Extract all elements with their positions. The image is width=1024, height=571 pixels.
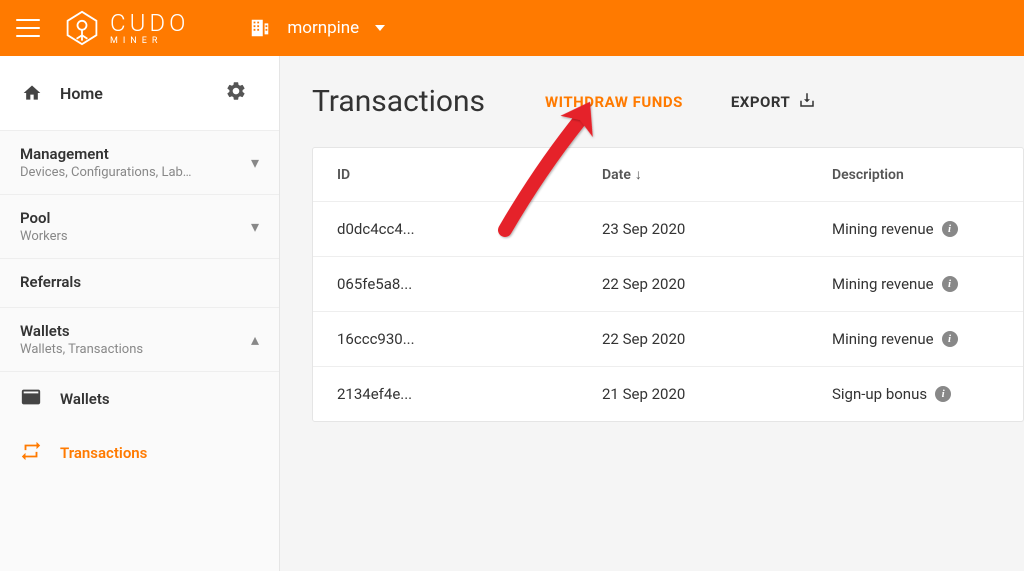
- nav-wallets-label: Wallets: [60, 390, 110, 408]
- org-name: mornpine: [287, 18, 359, 38]
- nav-referrals-title: Referrals: [20, 273, 81, 291]
- cudo-logo-icon: [64, 10, 100, 46]
- nav-home[interactable]: Home: [0, 56, 279, 131]
- main-content: Transactions WITHDRAW FUNDS EXPORT ID Da…: [280, 56, 1024, 571]
- org-selector[interactable]: mornpine: [249, 17, 385, 39]
- settings-button[interactable]: [213, 72, 259, 114]
- cell-id: 065fe5a8...: [337, 275, 602, 293]
- cell-desc: Mining revenuei: [832, 330, 999, 348]
- withdraw-funds-button[interactable]: WITHDRAW FUNDS: [545, 93, 683, 111]
- app-header: CUDO MINER mornpine: [0, 0, 1024, 56]
- card-icon: [20, 386, 44, 412]
- cell-date: 22 Sep 2020: [602, 330, 832, 348]
- column-id-header[interactable]: ID: [337, 167, 602, 183]
- cell-desc: Mining revenuei: [832, 275, 999, 293]
- table-header-row: ID Date ↓ Description: [313, 148, 1023, 202]
- cell-id: d0dc4cc4...: [337, 220, 602, 238]
- column-date-header[interactable]: Date ↓: [602, 166, 832, 183]
- nav-management[interactable]: Management Devices, Configurations, Lab……: [0, 131, 279, 195]
- nav-wallets-sub: Wallets, Transactions: [20, 342, 143, 357]
- menu-icon[interactable]: [16, 16, 40, 40]
- nav-management-sub: Devices, Configurations, Lab…: [20, 165, 192, 180]
- cell-id: 2134ef4e...: [337, 385, 602, 403]
- nav-wallets-section[interactable]: Wallets Wallets, Transactions ▴: [0, 308, 279, 372]
- nav-pool-title: Pool: [20, 209, 68, 227]
- export-label: EXPORT: [731, 93, 790, 111]
- info-icon[interactable]: i: [942, 331, 958, 347]
- cell-desc: Mining revenuei: [832, 220, 999, 238]
- building-icon: [249, 17, 271, 39]
- column-desc-header[interactable]: Description: [832, 167, 999, 183]
- table-row[interactable]: 16ccc930...22 Sep 2020Mining revenuei: [313, 312, 1023, 367]
- page-header: Transactions WITHDRAW FUNDS EXPORT: [312, 84, 1024, 119]
- table-row[interactable]: 065fe5a8...22 Sep 2020Mining revenuei: [313, 257, 1023, 312]
- info-icon[interactable]: i: [942, 221, 958, 237]
- chevron-down-icon: ▾: [251, 217, 259, 236]
- chevron-down-icon: [375, 25, 385, 31]
- nav-pool-sub: Workers: [20, 229, 68, 244]
- cell-date: 21 Sep 2020: [602, 385, 832, 403]
- cell-desc: Sign-up bonusi: [832, 385, 999, 403]
- nav-wallets-item[interactable]: Wallets: [0, 372, 279, 426]
- home-icon: [20, 83, 44, 103]
- transactions-table: ID Date ↓ Description d0dc4cc4...23 Sep …: [312, 147, 1024, 422]
- sort-desc-icon: ↓: [635, 166, 642, 183]
- nav-pool[interactable]: Pool Workers ▾: [0, 195, 279, 259]
- download-icon: [798, 91, 816, 113]
- brand-name: CUDO: [110, 11, 189, 35]
- info-icon[interactable]: i: [942, 276, 958, 292]
- nav-referrals[interactable]: Referrals: [0, 259, 279, 308]
- cell-id: 16ccc930...: [337, 330, 602, 348]
- table-row[interactable]: d0dc4cc4...23 Sep 2020Mining revenuei: [313, 202, 1023, 257]
- nav-home-label: Home: [60, 84, 103, 103]
- page-title: Transactions: [312, 84, 485, 119]
- brand-logo[interactable]: CUDO MINER: [64, 10, 189, 46]
- nav-transactions-label: Transactions: [60, 444, 147, 462]
- chevron-up-icon: ▴: [251, 330, 259, 349]
- info-icon[interactable]: i: [935, 386, 951, 402]
- table-row[interactable]: 2134ef4e...21 Sep 2020Sign-up bonusi: [313, 367, 1023, 421]
- chevron-down-icon: ▾: [251, 153, 259, 172]
- brand-sub: MINER: [110, 37, 189, 46]
- nav-transactions-item[interactable]: Transactions: [0, 426, 279, 480]
- cell-date: 22 Sep 2020: [602, 275, 832, 293]
- nav-wallets-title: Wallets: [20, 322, 143, 340]
- swap-icon: [20, 440, 44, 466]
- gear-icon: [225, 80, 247, 102]
- export-button[interactable]: EXPORT: [731, 91, 816, 113]
- cell-date: 23 Sep 2020: [602, 220, 832, 238]
- sidebar: Home Management Devices, Configurations,…: [0, 56, 280, 571]
- nav-management-title: Management: [20, 145, 192, 163]
